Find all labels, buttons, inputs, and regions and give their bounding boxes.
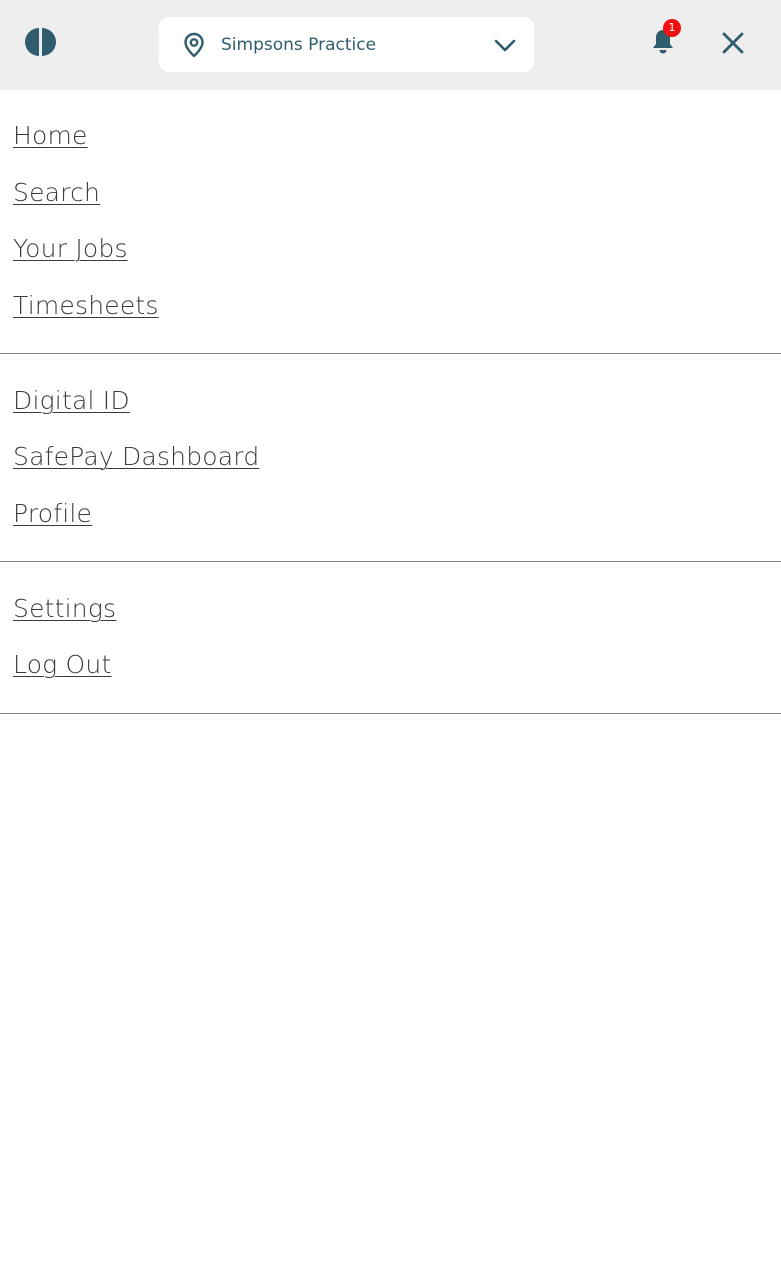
nav-link-home[interactable]: Home [13, 121, 88, 150]
top-bar: Simpsons Practice 1 [0, 0, 781, 90]
nav-link-profile[interactable]: Profile [13, 499, 92, 528]
nav-link-digital-id[interactable]: Digital ID [13, 386, 130, 415]
notification-count-badge: 1 [663, 19, 681, 37]
notifications-button[interactable]: 1 [646, 19, 686, 64]
nav-link-timesheets[interactable]: Timesheets [13, 291, 159, 320]
chevron-down-icon [494, 39, 516, 52]
location-selector[interactable]: Simpsons Practice [159, 17, 534, 72]
nav-link-settings[interactable]: Settings [13, 594, 116, 623]
nav-link-your-jobs[interactable]: Your Jobs [13, 234, 128, 263]
account-nav-group: Settings Log Out [0, 562, 781, 714]
navigation-menu-page: Simpsons Practice 1 Home Search Your Job… [0, 0, 781, 1275]
nav-link-log-out[interactable]: Log Out [13, 650, 111, 679]
half-circle-logo-icon[interactable] [24, 26, 58, 58]
map-pin-icon [184, 32, 204, 58]
location-label: Simpsons Practice [221, 35, 377, 55]
secondary-nav-group: Digital ID SafePay Dashboard Profile [0, 354, 781, 562]
nav-link-safepay-dashboard[interactable]: SafePay Dashboard [13, 442, 259, 471]
close-icon[interactable] [720, 30, 746, 56]
primary-nav-group: Home Search Your Jobs Timesheets [0, 90, 781, 354]
nav-link-search[interactable]: Search [13, 178, 100, 207]
